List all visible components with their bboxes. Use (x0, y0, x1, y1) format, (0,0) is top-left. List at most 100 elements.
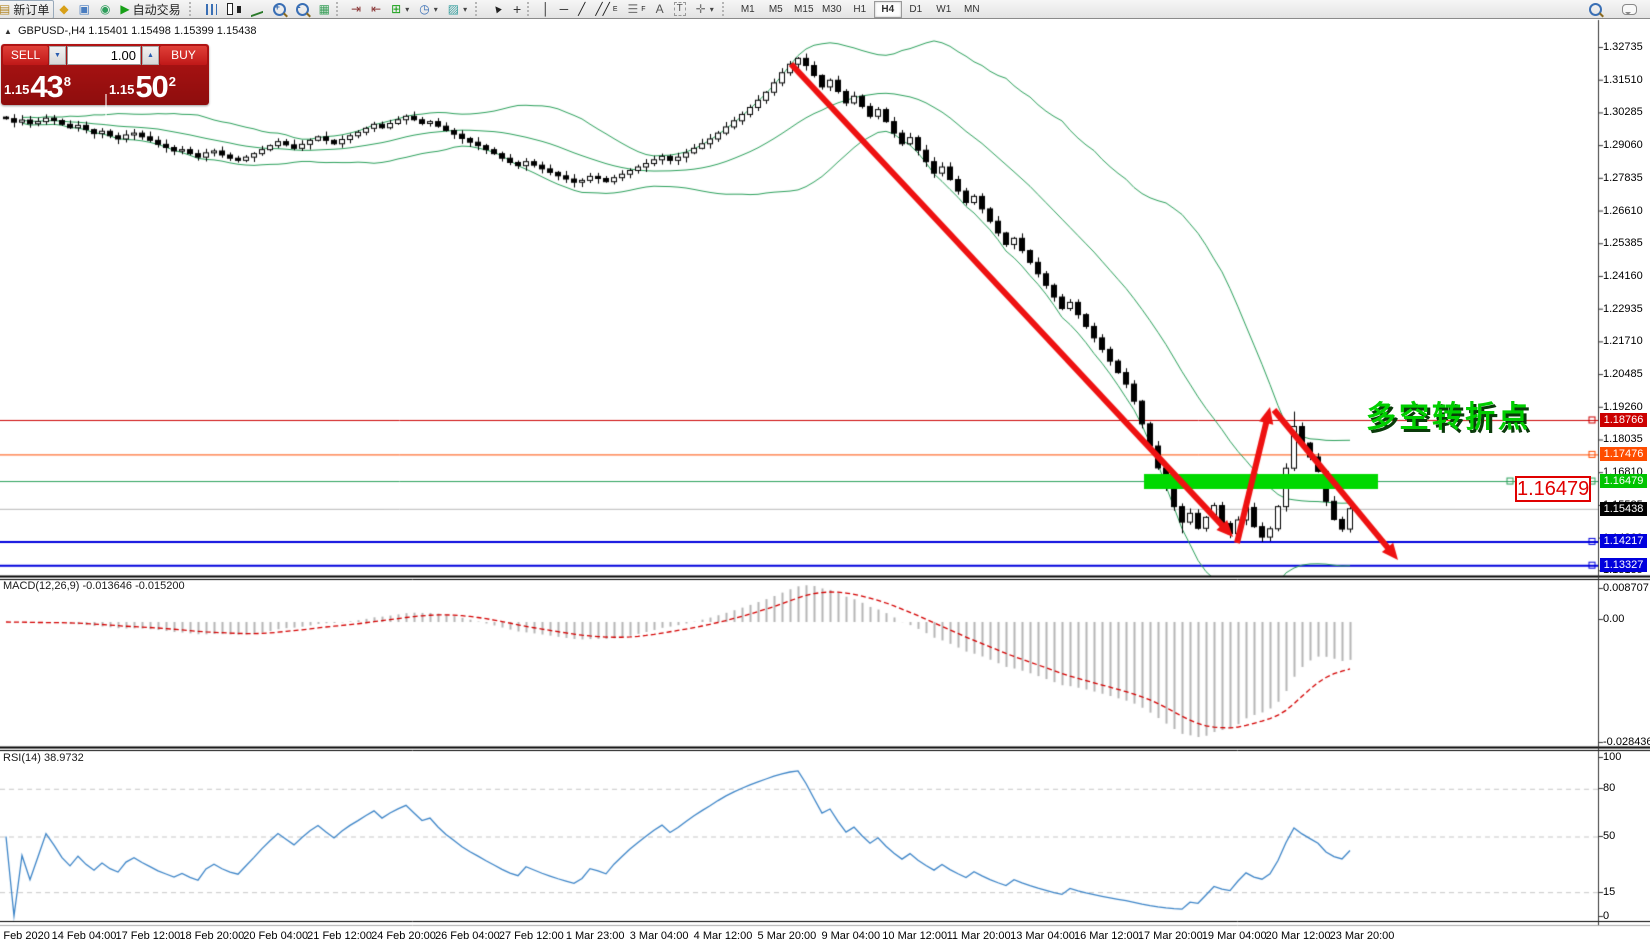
search-icon (1589, 3, 1602, 16)
fibo-f-label: F (641, 6, 645, 13)
autotrading-label: 自动交易 (133, 1, 181, 18)
toolbar-separator (475, 2, 482, 16)
timeframe-button-w1[interactable]: W1 (930, 1, 958, 18)
high-price-label: 1.15498 (131, 25, 171, 37)
volume-increase-button[interactable]: ▲ (142, 46, 159, 65)
standard-toolbar-group: ▤ 新订单 ◆ ▣ ◉ ▶ 自动交易 (0, 0, 188, 18)
timeframe-button-h1[interactable]: H1 (846, 1, 874, 18)
chart-shift-button[interactable]: ⇤ (366, 0, 386, 19)
buy-price-big: 50 (135, 74, 167, 100)
price-tick-label: 1.27835 (1603, 172, 1649, 184)
zoom-in-icon: + (273, 3, 286, 16)
price-chart-canvas[interactable] (0, 0, 1650, 948)
buy-price[interactable]: 1.15 50 2 (109, 67, 176, 105)
close-price-label: 1.15438 (217, 25, 257, 37)
macd-indicator-label: MACD(12,26,9) -0.013646 -0.015200 (3, 580, 185, 592)
time-tick-label: 18 Feb 20:00 (179, 930, 244, 942)
toolbar-separator (189, 2, 196, 16)
time-tick-label: 27 Feb 12:00 (499, 930, 564, 942)
low-price-label: 1.15399 (174, 25, 214, 37)
zoom-in-button[interactable]: + (268, 0, 291, 19)
templates-button[interactable]: ▨▾ (443, 0, 472, 19)
timeframe-button-d1[interactable]: D1 (902, 1, 930, 18)
cursor-button[interactable]: ▲ (487, 0, 508, 19)
new-order-button[interactable]: ▤ 新订单 (0, 0, 54, 18)
timeframe-button-m15[interactable]: M15 (790, 1, 818, 18)
candlestick-chart-button[interactable] (222, 0, 246, 19)
tile-windows-button[interactable]: ▦ (314, 0, 335, 19)
periods-button[interactable]: ◷▾ (414, 0, 443, 19)
chat-button[interactable] (1617, 0, 1642, 19)
channel-button[interactable]: ╱╱E (590, 0, 622, 19)
sell-button[interactable]: SELL (3, 46, 48, 65)
line-chart-button[interactable] (246, 0, 268, 19)
search-button[interactable] (1584, 0, 1607, 19)
signals-button[interactable]: ◉ (95, 0, 115, 18)
zoom-out-button[interactable]: - (291, 0, 314, 19)
channel-icon: ╱╱ (595, 3, 609, 15)
price-level-badge: 1.14217 (1600, 534, 1647, 548)
horizontal-line-icon: ─ (560, 3, 569, 15)
terminal-button[interactable]: ▣ (74, 0, 95, 18)
auto-scroll-button[interactable]: ⇥ (346, 0, 366, 19)
sell-price[interactable]: 1.15 43 8 (4, 67, 71, 105)
price-tick-label: 1.31510 (1603, 74, 1649, 86)
volume-input[interactable] (67, 46, 141, 65)
timeframe-button-mn[interactable]: MN (958, 1, 986, 18)
timeframe-button-m5[interactable]: M5 (762, 1, 790, 18)
time-tick-label: 17 Feb 12:00 (115, 930, 180, 942)
price-level-badge: 1.16479 (1600, 474, 1647, 488)
chart-ohlc-header: ▲ GBPUSD-,H4 1.15401 1.15498 1.15399 1.1… (4, 25, 257, 37)
line-chart-icon (251, 1, 263, 17)
buy-price-prefix: 1.15 (109, 80, 134, 100)
time-tick-label: 1 Mar 23:00 (566, 930, 625, 942)
sell-price-prefix: 1.15 (4, 80, 29, 100)
open-price-label: 1.15401 (88, 25, 128, 37)
rsi-indicator-label: RSI(14) 38.9732 (3, 752, 84, 764)
time-tick-label: 21 Feb 12:00 (307, 930, 372, 942)
indicator-tick-label: 80 (1603, 782, 1649, 794)
indicator-tick-label: 50 (1603, 830, 1649, 842)
price-tick-label: 1.21710 (1603, 335, 1649, 347)
arrows-button[interactable]: ✛▾ (691, 0, 719, 19)
fibonacci-icon: ☰ (628, 3, 639, 15)
time-tick-label: 9 Mar 04:00 (821, 930, 880, 942)
timeframe-button-h4[interactable]: H4 (874, 1, 902, 18)
vertical-line-button[interactable]: │ (537, 0, 555, 19)
time-tick-label: 16 Mar 12:00 (1074, 930, 1139, 942)
trendline-button[interactable]: ╱ (573, 0, 590, 19)
crosshair-button[interactable]: + (508, 0, 526, 19)
price-tick-label: 1.26610 (1603, 205, 1649, 217)
candlestick-icon2 (237, 6, 241, 13)
chart-shift-icon: ⇤ (371, 3, 381, 15)
timeframe-button-m30[interactable]: M30 (818, 1, 846, 18)
indicators-button[interactable]: ⊞▾ (386, 0, 414, 19)
toolbar-separator (527, 2, 534, 16)
timeframe-button-m1[interactable]: M1 (734, 1, 762, 18)
time-tick-label: 19 Mar 04:00 (1202, 930, 1267, 942)
text-label-button[interactable]: T (669, 0, 691, 19)
price-callout-box[interactable]: 1.16479 (1515, 476, 1591, 502)
buy-button[interactable]: BUY (160, 46, 207, 65)
tile-windows-icon: ▦ (319, 3, 330, 15)
volume-decrease-button[interactable]: ▼ (49, 46, 66, 65)
buy-price-sup: 2 (169, 67, 176, 97)
price-tick-label: 1.18035 (1603, 433, 1649, 445)
autotrading-button[interactable]: ▶ 自动交易 (115, 0, 185, 18)
indicator-tick-label: -0.028436 (1603, 736, 1649, 748)
price-tick-label: 1.19260 (1603, 401, 1649, 413)
symbol-period-label: GBPUSD-,H4 (18, 25, 85, 37)
market-watch-button[interactable]: ◆ (54, 0, 73, 18)
fibonacci-button[interactable]: ☰F (623, 0, 651, 19)
bar-chart-button[interactable] (201, 0, 222, 19)
price-level-badge: 1.15438 (1600, 502, 1647, 516)
turning-point-annotation[interactable]: 多空转折点 (1366, 392, 1531, 436)
indicator-tick-label: 15 (1603, 886, 1649, 898)
time-tick-label: 3 Mar 04:00 (630, 930, 689, 942)
time-tick-label: 13 Mar 04:00 (1010, 930, 1075, 942)
window-icon: ▲ (4, 27, 12, 36)
time-tick-label: 11 Mar 20:00 (947, 930, 1011, 942)
candlestick-icon (227, 3, 233, 15)
text-button[interactable]: A (651, 0, 669, 19)
horizontal-line-button[interactable]: ─ (555, 0, 574, 19)
